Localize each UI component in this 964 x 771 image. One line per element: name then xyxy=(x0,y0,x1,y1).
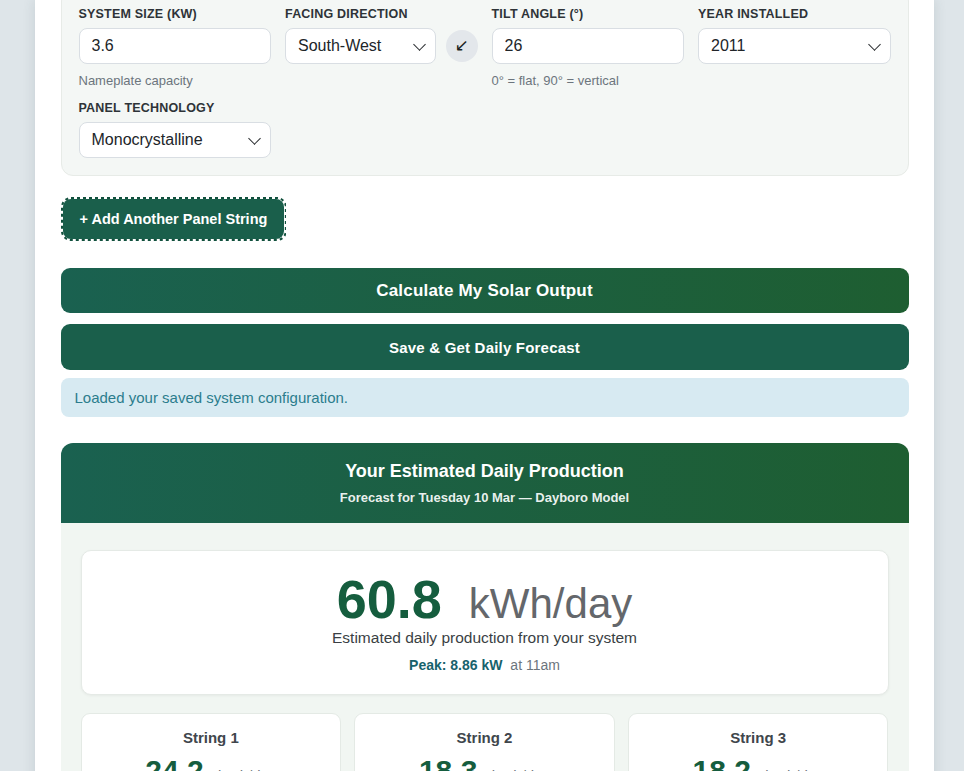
status-banner: Loaded your saved system configuration. xyxy=(61,378,909,417)
total-production-line: 60.8 kWh/day xyxy=(102,575,868,623)
calculate-button[interactable]: Calculate My Solar Output xyxy=(61,268,909,313)
total-production-unit: kWh/day xyxy=(469,580,632,627)
string-line: 18.2 kWh/day xyxy=(639,755,878,771)
field-year-installed: YEAR INSTALLED 2011 xyxy=(698,7,891,88)
year-installed-select[interactable]: 2011 xyxy=(698,28,891,64)
panel-technology-label: PANEL TECHNOLOGY xyxy=(79,101,272,116)
facing-direction-value: South-West xyxy=(298,37,381,55)
string-name: String 2 xyxy=(365,730,604,746)
save-forecast-button[interactable]: Save & Get Daily Forecast xyxy=(61,324,909,370)
system-size-input[interactable] xyxy=(79,28,272,64)
string-card-3: String 3 18.2 kWh/day xyxy=(628,713,889,771)
total-production-card: 60.8 kWh/day Estimated daily production … xyxy=(81,550,889,695)
results-subtitle: Forecast for Tuesday 10 Mar — Dayboro Mo… xyxy=(340,491,629,505)
peak-value: Peak: 8.86 kW xyxy=(409,657,502,673)
page-container: SYSTEM SIZE (KW) Nameplate capacity FACI… xyxy=(35,0,934,771)
string-name: String 1 xyxy=(92,730,331,746)
form-grid: SYSTEM SIZE (KW) Nameplate capacity FACI… xyxy=(79,7,891,158)
peak-time: at 11am xyxy=(510,657,560,673)
string-value: 24.2 xyxy=(145,754,203,771)
facing-direction-label: FACING DIRECTION xyxy=(285,7,478,22)
system-config-card: SYSTEM SIZE (KW) Nameplate capacity FACI… xyxy=(61,0,909,176)
facing-direction-row: South-West ↙ xyxy=(285,28,478,64)
add-panel-string-button[interactable]: + Add Another Panel String xyxy=(61,197,287,241)
field-panel-technology: PANEL TECHNOLOGY Monocrystalline xyxy=(79,101,272,158)
facing-direction-select[interactable]: South-West xyxy=(285,28,436,64)
tilt-angle-label: TILT ANGLE (°) xyxy=(492,7,685,22)
compass-direction-button[interactable]: ↙ xyxy=(446,30,478,62)
year-installed-label: YEAR INSTALLED xyxy=(698,7,891,22)
field-tilt-angle: TILT ANGLE (°) 0° = flat, 90° = vertical xyxy=(492,7,685,88)
string-name: String 3 xyxy=(639,730,878,746)
total-production-value: 60.8 xyxy=(337,569,442,629)
string-card-1: String 1 24.2 kWh/day xyxy=(81,713,342,771)
results-panel: Your Estimated Daily Production Forecast… xyxy=(61,443,909,771)
peak-line: Peak: 8.86 kW at 11am xyxy=(102,657,868,673)
string-value: 18.3 xyxy=(419,754,477,771)
string-value: 18.2 xyxy=(693,754,751,771)
chevron-down-icon xyxy=(868,38,881,51)
string-unit: kWh/day xyxy=(218,767,276,771)
results-body: 60.8 kWh/day Estimated daily production … xyxy=(61,523,909,771)
results-title: Your Estimated Daily Production xyxy=(345,461,624,481)
field-facing-direction: FACING DIRECTION South-West ↙ xyxy=(285,7,478,88)
field-system-size: SYSTEM SIZE (KW) Nameplate capacity xyxy=(79,7,272,88)
string-line: 18.3 kWh/day xyxy=(365,755,604,771)
string-card-2: String 2 18.3 kWh/day xyxy=(354,713,615,771)
tilt-angle-input[interactable] xyxy=(492,28,685,64)
year-installed-value: 2011 xyxy=(711,37,745,55)
add-panel-string-label: + Add Another Panel String xyxy=(80,211,268,227)
system-size-hint: Nameplate capacity xyxy=(79,73,272,88)
results-header: Your Estimated Daily Production Forecast… xyxy=(61,443,909,523)
arrow-south-west-icon: ↙ xyxy=(454,36,468,55)
tilt-angle-hint: 0° = flat, 90° = vertical xyxy=(492,73,685,88)
panel-technology-value: Monocrystalline xyxy=(92,131,203,149)
string-unit: kWh/day xyxy=(492,767,550,771)
string-unit: kWh/day xyxy=(765,767,823,771)
system-size-label: SYSTEM SIZE (KW) xyxy=(79,7,272,22)
strings-row: String 1 24.2 kWh/day String 2 18.3 kWh/… xyxy=(81,713,889,771)
chevron-down-icon xyxy=(413,38,426,51)
chevron-down-icon xyxy=(248,132,261,145)
total-production-caption: Estimated daily production from your sys… xyxy=(102,630,868,646)
panel-technology-select[interactable]: Monocrystalline xyxy=(79,122,272,158)
string-line: 24.2 kWh/day xyxy=(92,755,331,771)
